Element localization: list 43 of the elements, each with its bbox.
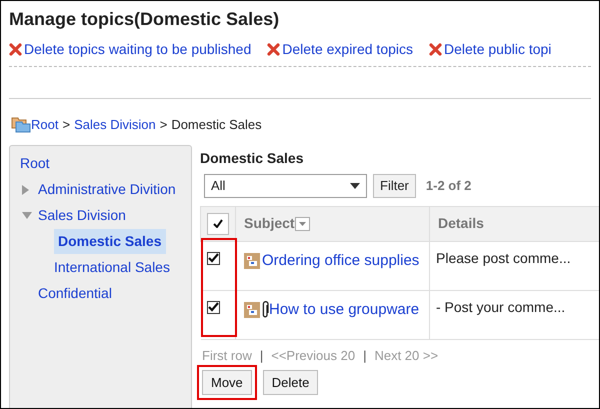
- pagination-link: First row: [202, 346, 252, 364]
- tree-item[interactable]: Domestic Sales: [54, 229, 166, 254]
- tree-item[interactable]: Administrative Divition: [38, 179, 176, 200]
- delete-link[interactable]: Delete expired topics: [282, 39, 414, 60]
- column-header[interactable]: Details: [438, 213, 484, 234]
- result-count: 1-2 of 2: [426, 176, 472, 195]
- topic-icon: [244, 252, 260, 269]
- delete-icon: [429, 43, 442, 56]
- row-checkbox[interactable]: [206, 252, 220, 264]
- delete-icon: [267, 43, 280, 56]
- tree-item[interactable]: Confidential: [38, 283, 112, 304]
- filter-button[interactable]: Filter: [373, 174, 416, 198]
- action-button[interactable]: Move: [202, 370, 252, 395]
- tree-item[interactable]: International Sales: [54, 257, 170, 278]
- breadcrumb-separator: >: [160, 116, 168, 134]
- table-cell: Please post comme...: [436, 250, 571, 266]
- separator-text: |: [363, 346, 366, 365]
- sort-menu-icon[interactable]: [294, 216, 310, 230]
- filter-dropdown[interactable]: All: [204, 174, 367, 198]
- delete-link[interactable]: Delete topics waiting to be published: [24, 39, 252, 60]
- row-checkbox[interactable]: [206, 300, 220, 314]
- delete-icon: [9, 43, 22, 56]
- topic-icon: [244, 302, 260, 318]
- table-cell: - Post your comme...: [436, 298, 566, 314]
- tree-item[interactable]: Root: [20, 153, 50, 174]
- action-button[interactable]: Delete: [262, 370, 318, 395]
- pagination-link: <<Previous 20: [271, 346, 356, 364]
- column-header[interactable]: Subject: [244, 213, 295, 234]
- pagination-link: Next 20 >>: [374, 346, 438, 364]
- breadcrumb-separator: >: [62, 116, 70, 134]
- tree-item[interactable]: Sales Division: [38, 205, 126, 226]
- dropdown-arrow-icon: [350, 182, 360, 188]
- select-all-button[interactable]: [207, 212, 229, 234]
- breadcrumb-link[interactable]: Root: [31, 115, 58, 134]
- check-icon: [213, 219, 223, 228]
- breadcrumb-current: Domestic Sales: [171, 116, 262, 134]
- breadcrumb-link[interactable]: Sales Division: [74, 115, 156, 134]
- delete-link[interactable]: Delete public topi: [444, 39, 552, 60]
- page-title: Manage topics(Domestic Sales): [9, 8, 280, 31]
- separator-text: |: [260, 346, 264, 365]
- folder-title: Domestic Sales: [200, 148, 304, 168]
- paperclip-icon: [262, 301, 269, 318]
- folder-icon: [11, 116, 31, 134]
